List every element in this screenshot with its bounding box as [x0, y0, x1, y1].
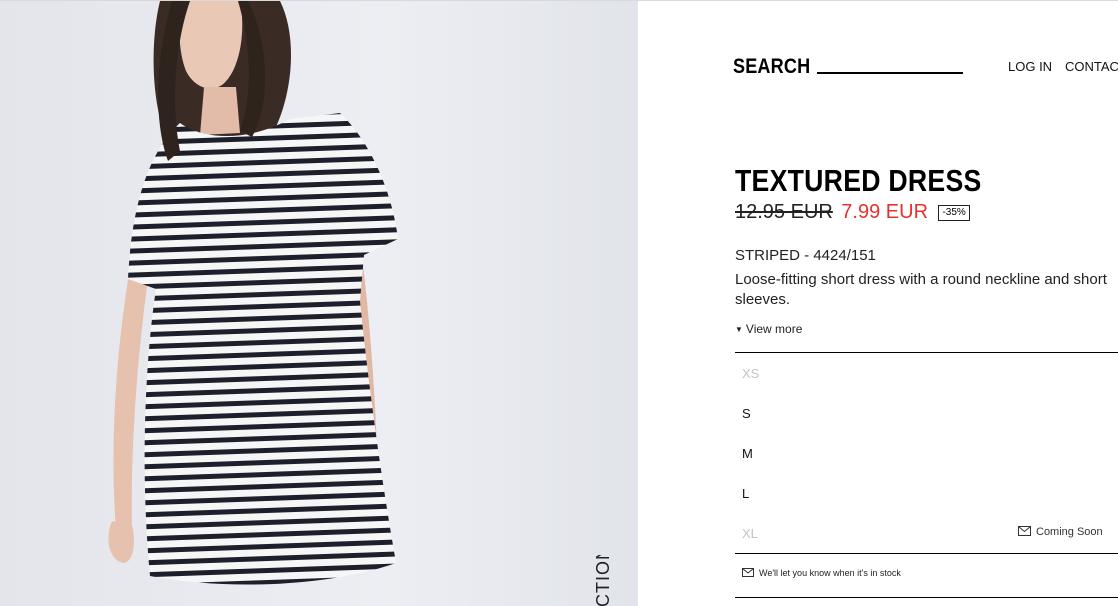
contact-link[interactable]: CONTACT [1065, 59, 1118, 74]
search-input[interactable] [817, 56, 963, 74]
sale-price: 7.99 EUR [841, 201, 929, 223]
product-color-reference: STRIPED - 4424/151 [735, 247, 876, 264]
stock-notification: We'll let you know when it's in stock [742, 568, 901, 578]
size-label: XL [742, 526, 758, 541]
size-option-xs[interactable]: XS [735, 353, 1118, 393]
product-photo-illustration [0, 1, 638, 606]
view-more-toggle[interactable]: ▼ View more [735, 322, 802, 336]
search-label: SEARCH [733, 55, 811, 78]
envelope-icon [1018, 526, 1031, 537]
price-row: 12.95 EUR 7.99 EUR -35% [735, 201, 970, 227]
product-description: Loose-fitting short dress with a round n… [735, 271, 1107, 308]
caret-down-icon: ▼ [735, 325, 743, 334]
size-label: S [742, 406, 751, 421]
discount-badge: -35% [938, 205, 970, 221]
product-title: TEXTURED DRESS [735, 163, 982, 198]
size-option-xl[interactable]: XL Coming Soon [735, 513, 1118, 553]
view-more-label: View more [745, 322, 803, 336]
size-label: M [742, 446, 753, 461]
stock-notification-box: We'll let you know when it's in stock [735, 553, 1118, 598]
login-link[interactable]: LOG IN [1008, 59, 1052, 74]
collection-vertical-label: CTION [592, 555, 614, 606]
collection-label-text: CTION [593, 555, 613, 606]
size-option-s[interactable]: S [735, 393, 1118, 433]
coming-soon-status[interactable]: Coming Soon [1018, 526, 1103, 538]
coming-soon-label: Coming Soon [1036, 526, 1103, 538]
envelope-icon [742, 568, 754, 578]
old-price: 12.95 EUR [735, 201, 833, 223]
size-option-l[interactable]: L [735, 473, 1118, 513]
size-label: XS [742, 366, 760, 381]
product-image[interactable]: CTION [0, 1, 638, 606]
size-selector: XS S M L XL Coming Soon [735, 352, 1118, 553]
stock-notification-text: We'll let you know when it's in stock [759, 568, 901, 578]
size-label: L [742, 486, 750, 501]
size-option-m[interactable]: M [735, 433, 1118, 473]
